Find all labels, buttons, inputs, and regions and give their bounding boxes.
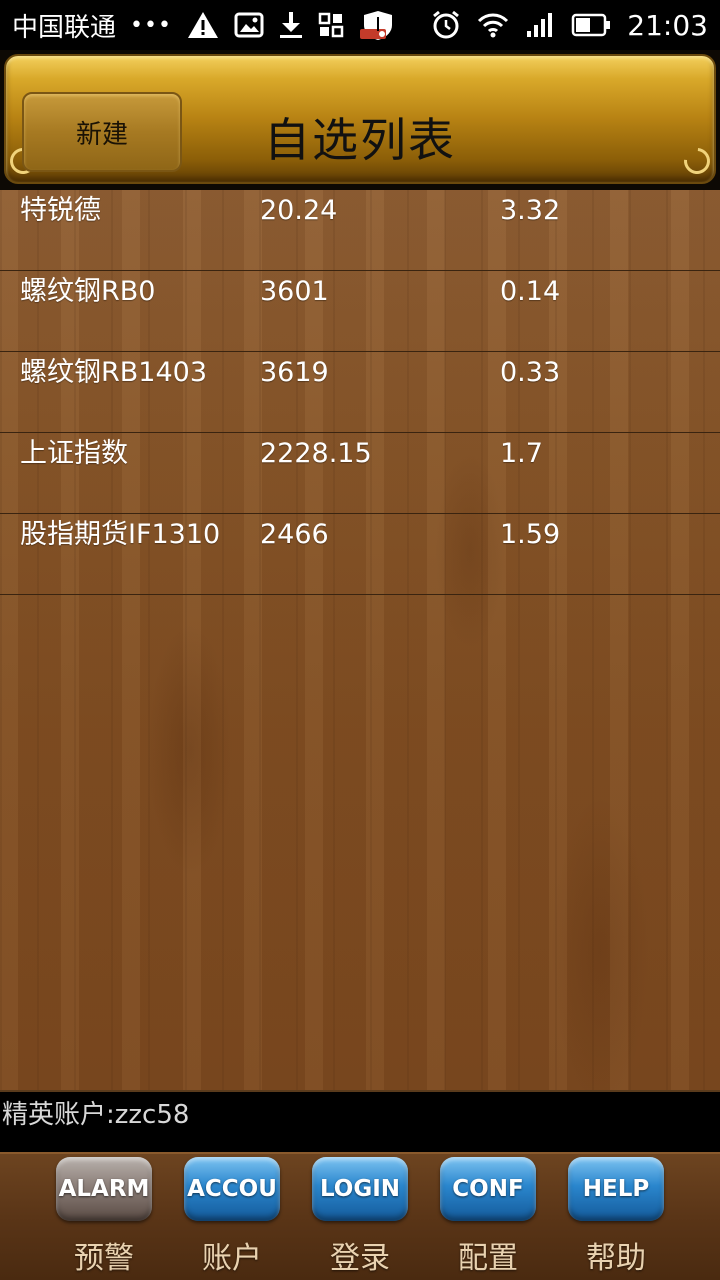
watchlist: 特锐德 20.24 3.32 螺纹钢RB0 3601 0.14 螺纹钢RB140…	[0, 190, 720, 1090]
watchlist-row[interactable]: 上证指数 2228.15 1.7	[0, 433, 720, 514]
help-icon: HELP	[568, 1157, 664, 1221]
status-right: 21:03	[431, 9, 708, 42]
instrument-price: 2228.15	[260, 438, 372, 469]
nav-label: 预警	[74, 1241, 134, 1276]
title-bar: 自选列表 新建	[0, 50, 720, 190]
clock-time: 21:03	[627, 8, 708, 42]
instrument-price: 2466	[260, 519, 329, 550]
battery-icon	[571, 9, 611, 41]
new-button[interactable]: 新建	[22, 92, 182, 172]
watchlist-row[interactable]: 特锐德 20.24 3.32	[0, 190, 720, 271]
instrument-price: 20.24	[260, 195, 338, 226]
nav-login-button[interactable]: LOGIN 登录	[312, 1157, 408, 1280]
instrument-change: 1.7	[500, 438, 543, 469]
status-bar: 中国联通 ••• 21:03	[0, 0, 720, 50]
nav-account-button[interactable]: ACCOU 账户	[184, 1157, 280, 1280]
login-icon: LOGIN	[312, 1157, 408, 1221]
nav-label: 帮助	[586, 1241, 646, 1276]
instrument-change: 3.32	[500, 195, 561, 226]
nav-label: 账户	[202, 1241, 262, 1276]
account-strip: 精英账户:zzc58	[0, 1090, 720, 1152]
account-icon: ACCOU	[184, 1157, 280, 1221]
nav-label: 登录	[330, 1241, 390, 1276]
alarm-icon	[431, 9, 461, 41]
signal-icon	[525, 9, 555, 41]
warning-icon	[186, 9, 220, 41]
instrument-name: 股指期货IF1310	[20, 519, 221, 550]
more-notifications: •••	[130, 12, 172, 38]
nav-label: 配置	[458, 1241, 518, 1276]
alarm-icon: ALARM	[56, 1157, 152, 1221]
nav-alarm-button[interactable]: ALARM 预警	[56, 1157, 152, 1280]
instrument-change: 1.59	[500, 519, 561, 550]
download-icon	[278, 9, 304, 41]
image-icon	[234, 9, 264, 41]
instrument-change: 0.14	[500, 276, 561, 307]
title-plate: 自选列表 新建	[4, 54, 716, 184]
app-screen: 中国联通 ••• 21:03 自选列表 新建 特锐德 20.24 3.32 螺纹…	[0, 0, 720, 1280]
app-grid-icon	[318, 9, 344, 41]
status-left: 中国联通 •••	[12, 7, 398, 44]
account-label: 精英账户:zzc58	[2, 1100, 190, 1130]
config-icon: CONF	[440, 1157, 536, 1221]
instrument-name: 螺纹钢RB0	[20, 276, 156, 307]
instrument-change: 0.33	[500, 357, 561, 388]
watchlist-row[interactable]: 螺纹钢RB1403 3619 0.33	[0, 352, 720, 433]
watchlist-row[interactable]: 股指期货IF1310 2466 1.59	[0, 514, 720, 595]
instrument-name: 螺纹钢RB1403	[20, 357, 207, 388]
carrier-name: 中国联通	[12, 12, 117, 43]
shield-icon	[358, 9, 398, 41]
bottom-nav: ALARM 预警 ACCOU 账户 LOGIN 登录 CONF 配置 HELP …	[0, 1152, 720, 1280]
instrument-name: 上证指数	[20, 438, 128, 469]
nav-help-button[interactable]: HELP 帮助	[568, 1157, 664, 1280]
wifi-icon	[477, 9, 509, 41]
instrument-name: 特锐德	[20, 195, 101, 226]
watchlist-row[interactable]: 螺纹钢RB0 3601 0.14	[0, 271, 720, 352]
instrument-price: 3601	[260, 276, 329, 307]
nav-config-button[interactable]: CONF 配置	[440, 1157, 536, 1280]
instrument-price: 3619	[260, 357, 329, 388]
